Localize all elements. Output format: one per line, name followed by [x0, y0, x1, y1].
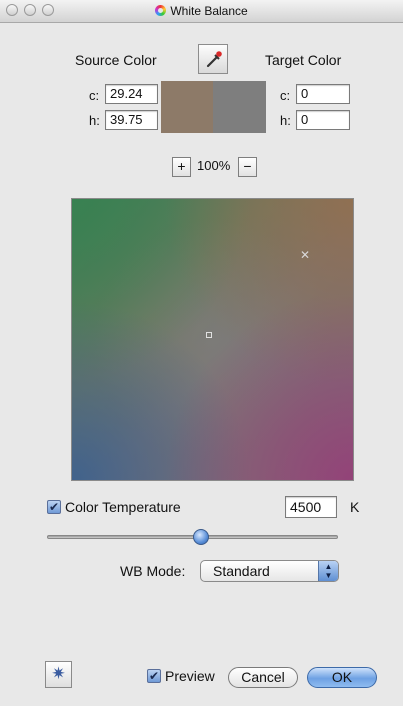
target-c-label: c: [280, 88, 291, 103]
preview-label: Preview [165, 668, 215, 684]
target-h-label: h: [280, 113, 291, 128]
select-arrows-icon: ▲ ▼ [318, 561, 338, 581]
source-h-label: h: [89, 113, 100, 128]
window-title: White Balance [170, 4, 248, 18]
eyedropper-button[interactable] [198, 44, 228, 74]
color-picker-area[interactable]: ✕ [71, 198, 354, 481]
zoom-out-button[interactable]: − [238, 157, 257, 177]
preview-checkbox[interactable]: ✔ [147, 669, 161, 683]
wb-mode-label: WB Mode: [120, 563, 186, 579]
color-temperature-label: Color Temperature [65, 499, 181, 515]
gear-icon: ✷ [51, 664, 66, 683]
color-temperature-input[interactable]: 4500 [285, 496, 337, 518]
zoom-in-button[interactable]: + [172, 157, 191, 177]
target-c-input[interactable]: 0 [296, 84, 350, 104]
gradient-magenta [163, 290, 353, 480]
source-c-label: c: [89, 88, 100, 103]
white-balance-window: White Balance Source Color Target Color … [0, 0, 403, 706]
target-h-input[interactable]: 0 [296, 110, 350, 130]
source-c-input[interactable]: 29.24 [105, 84, 158, 104]
target-color-label: Target Color [265, 52, 342, 68]
ok-button[interactable]: OK [307, 667, 377, 688]
title-bar: White Balance [0, 0, 403, 23]
source-color-label: Source Color [75, 52, 157, 68]
color-temperature-slider-thumb[interactable] [193, 529, 210, 545]
target-color-swatch [213, 81, 266, 133]
eyedropper-icon [206, 51, 222, 68]
source-h-input[interactable]: 39.75 [105, 110, 158, 130]
temperature-unit: K [350, 499, 360, 515]
target-marker-icon: ✕ [300, 248, 311, 262]
zoom-level: 100% [197, 158, 231, 173]
color-wheel-icon [155, 5, 167, 16]
source-color-swatch [161, 81, 213, 133]
cancel-button[interactable]: Cancel [228, 667, 298, 688]
window-title-wrap: White Balance [0, 4, 403, 18]
wb-mode-selected: Standard [213, 563, 270, 579]
wb-mode-select[interactable]: Standard ▲ ▼ [200, 560, 339, 582]
color-temperature-checkbox[interactable]: ✔ [47, 500, 61, 514]
source-marker[interactable] [206, 332, 212, 338]
options-button[interactable]: ✷ [45, 661, 72, 688]
